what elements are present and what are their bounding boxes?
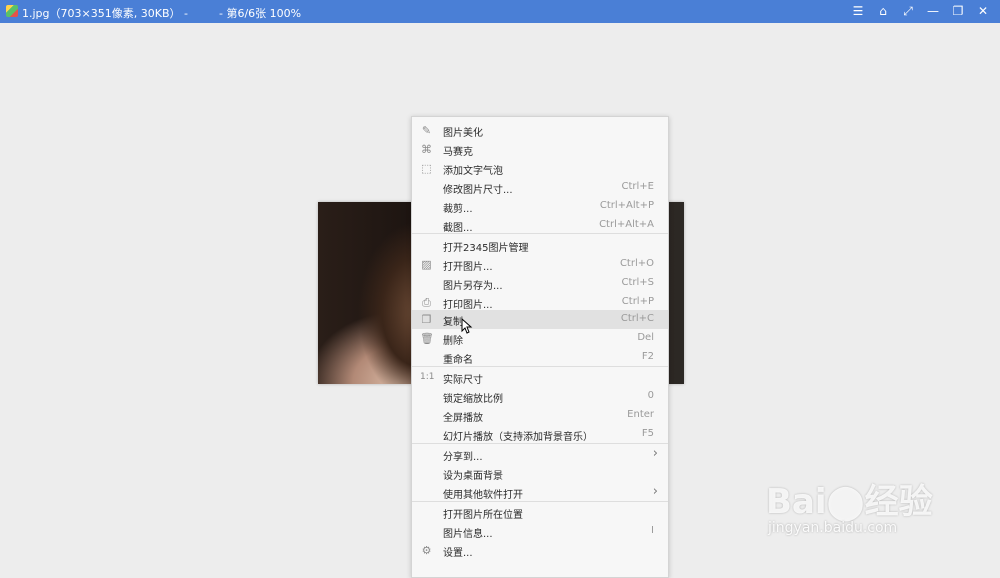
menu-item-label: 使用其他软件打开 [443, 490, 523, 501]
menu-item-label: 修改图片尺寸... [443, 185, 513, 196]
copy-icon: ❐ [421, 313, 432, 326]
app-icon [6, 5, 18, 17]
actual-size-icon: 1:1 [420, 372, 435, 382]
menu-item-label: 打印图片... [443, 300, 493, 311]
file-name: 1.jpg [22, 7, 50, 20]
menu-item-label: 裁剪... [443, 204, 473, 215]
menu-item-label: 实际尺寸 [443, 375, 483, 386]
title-bar: 1.jpg（703×351像素, 30KB） - - 第6/6张 100% ☰ … [0, 0, 1000, 23]
menu-item-shortcut: I [651, 525, 654, 536]
text-bubble-icon: ⬚ [421, 162, 432, 175]
menu-separator [412, 501, 668, 502]
mosaic-icon: ⌘ [421, 143, 432, 156]
watermark: Bai⬤经验 jingyan.baidu.com [766, 458, 986, 548]
menu-item-label: 删除 [443, 336, 463, 347]
menu-item-open-image[interactable]: ▨ 打开图片... Ctrl+O [412, 255, 668, 274]
menu-separator [412, 366, 668, 367]
watermark-url: jingyan.baidu.com [768, 520, 898, 536]
window-title: 1.jpg（703×351像素, 30KB） - [22, 5, 188, 21]
menu-item-beautify[interactable]: ✎ 图片美化 [412, 121, 668, 140]
menu-item-shortcut: Ctrl+Alt+P [599, 200, 654, 211]
menu-item-set-wallpaper[interactable]: 设为桌面背景 [412, 464, 668, 483]
menu-icon[interactable]: ☰ [849, 3, 867, 20]
menu-item-shortcut: Enter [627, 409, 654, 420]
title-separator: - [184, 7, 188, 20]
menu-item-shortcut: Ctrl+S [621, 277, 654, 288]
trash-icon: 🗑 [420, 332, 434, 345]
watermark-logo: Bai⬤经验 [766, 482, 933, 522]
menu-item-shortcut: Ctrl+Alt+A [599, 219, 654, 230]
menu-item-label: 重命名 [443, 355, 473, 366]
edit-icon: ✎ [421, 124, 432, 137]
gear-icon: ⚙ [421, 544, 432, 557]
menu-item-resize[interactable]: 修改图片尺寸... Ctrl+E [412, 178, 668, 197]
minimize-icon[interactable]: — [924, 3, 942, 20]
chevron-right-icon: › [652, 484, 658, 499]
menu-item-shortcut: F5 [641, 428, 654, 439]
menu-item-label: 设为桌面背景 [443, 471, 503, 482]
menu-item-label: 打开图片所在位置 [443, 510, 523, 521]
menu-item-label: 截图... [443, 223, 473, 234]
menu-item-settings[interactable]: ⚙ 设置... [412, 541, 668, 560]
menu-item-label: 图片信息... [443, 529, 493, 540]
menu-item-shortcut: Ctrl+P [621, 296, 654, 307]
mouse-pointer-icon [461, 318, 473, 334]
menu-item-lock-zoom[interactable]: 锁定缩放比例 0 [412, 387, 668, 406]
menu-item-label: 锁定缩放比例 [443, 394, 503, 405]
maximize-icon[interactable]: ❐ [949, 3, 967, 20]
menu-item-mosaic[interactable]: ⌘ 马赛克 [412, 140, 668, 159]
menu-item-open-manager[interactable]: 打开2345图片管理 [412, 236, 668, 255]
menu-item-label: 复制 [443, 317, 463, 328]
menu-item-shortcut: 0 [647, 390, 654, 401]
page-info: - 第6/6张 100% [219, 7, 302, 20]
menu-item-slideshow[interactable]: 幻灯片播放（支持添加背景音乐） F5 [412, 425, 668, 444]
menu-item-save-as[interactable]: 图片另存为... Ctrl+S [412, 274, 668, 293]
menu-item-label: 分享到... [443, 452, 483, 463]
menu-item-label: 全屏播放 [443, 413, 483, 424]
menu-item-shortcut: Del [637, 332, 654, 343]
menu-item-actual-size[interactable]: 1:1 实际尺寸 [412, 368, 668, 387]
menu-item-delete[interactable]: 🗑 删除 Del [412, 329, 668, 348]
fullscreen-icon[interactable]: ⤢ [899, 3, 917, 20]
menu-item-label: 设置... [443, 548, 473, 559]
menu-item-label: 图片美化 [443, 128, 483, 139]
menu-item-open-with[interactable]: 使用其他软件打开 › [412, 483, 668, 502]
menu-item-label: 图片另存为... [443, 281, 503, 292]
skin-icon[interactable]: ⌂ [874, 3, 892, 20]
menu-item-copy[interactable]: ❐ 复制 Ctrl+C [412, 310, 668, 329]
menu-item-image-info[interactable]: 图片信息... I [412, 522, 668, 541]
menu-item-shortcut: Ctrl+E [621, 181, 655, 192]
menu-item-label: 幻灯片播放（支持添加背景音乐） [443, 432, 593, 443]
menu-item-share[interactable]: 分享到... › [412, 445, 668, 464]
menu-item-label: 打开图片... [443, 262, 493, 273]
menu-item-open-location[interactable]: 打开图片所在位置 [412, 503, 668, 522]
menu-item-rename[interactable]: 重命名 F2 [412, 348, 668, 367]
menu-item-text-bubble[interactable]: ⬚ 添加文字气泡 [412, 159, 668, 178]
close-icon[interactable]: ✕ [974, 3, 992, 20]
context-menu: ✎ 图片美化 ⌘ 马赛克 ⬚ 添加文字气泡 修改图片尺寸... Ctrl+E 裁… [411, 116, 669, 578]
menu-item-shortcut: Ctrl+C [620, 313, 654, 324]
chevron-right-icon: › [652, 446, 658, 461]
menu-item-label: 打开2345图片管理 [443, 243, 529, 254]
menu-separator [412, 443, 668, 444]
menu-item-label: 马赛克 [443, 147, 473, 158]
menu-item-fullscreen[interactable]: 全屏播放 Enter [412, 406, 668, 425]
printer-icon: ⎙ [422, 296, 431, 309]
menu-separator [412, 233, 668, 234]
image-icon: ▨ [421, 258, 432, 271]
menu-item-shortcut: F2 [641, 351, 654, 362]
menu-item-crop[interactable]: 裁剪... Ctrl+Alt+P [412, 197, 668, 216]
menu-item-shortcut: Ctrl+O [619, 258, 654, 269]
menu-item-label: 添加文字气泡 [443, 166, 503, 177]
file-info: （703×351像素, 30KB） [49, 7, 181, 20]
